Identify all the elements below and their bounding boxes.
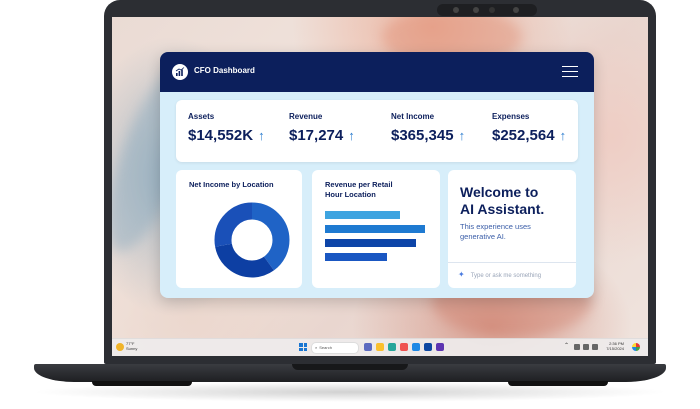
bar-chart — [325, 211, 425, 267]
weather-widget[interactable]: 77°F Sunny — [126, 341, 137, 351]
copilot-icon[interactable] — [632, 343, 640, 351]
camera-bar — [437, 4, 537, 16]
app-header: CFO Dashboard — [160, 52, 594, 92]
clock[interactable]: 2:36 PM 7/15/2024 — [606, 341, 624, 351]
webcam-icon — [473, 7, 479, 13]
kpi-label: Assets — [188, 112, 215, 121]
volume-icon[interactable] — [583, 344, 589, 350]
revenue-retail-panel[interactable]: Revenue per Retail Hour Location — [312, 170, 440, 288]
app-title: CFO Dashboard — [194, 66, 255, 75]
cfo-dashboard-window: CFO Dashboard Assets $14,552K ↑ Revenue $… — [160, 52, 594, 298]
ai-title: Welcome to AI Assistant. — [460, 184, 544, 218]
bar-2 — [325, 239, 416, 247]
taskbar-search[interactable]: ⌕ Search — [311, 342, 359, 354]
kpi-label: Net Income — [391, 112, 435, 121]
ai-subtitle: This experience uses generative AI. — [460, 222, 570, 241]
arrow-up-icon: ↑ — [458, 128, 466, 143]
ai-input-placeholder: Type or ask me something — [470, 273, 542, 279]
donut-chart — [212, 200, 292, 280]
wifi-icon[interactable] — [574, 344, 580, 350]
task-view-icon[interactable] — [364, 343, 372, 351]
kpi-label: Revenue — [289, 112, 323, 121]
divider — [448, 262, 576, 263]
hamburger-menu-icon[interactable] — [562, 66, 578, 78]
laptop-foot — [92, 381, 192, 386]
ai-prompt-input[interactable]: ✦ Type or ask me something — [458, 269, 566, 281]
ai-assistant-panel: Welcome to AI Assistant. This experience… — [448, 170, 576, 288]
sparkle-icon: ✦ — [458, 270, 465, 279]
kpi-value: $17,274 — [289, 127, 344, 144]
ai-title-line: Welcome to — [460, 184, 539, 200]
search-icon: ⌕ — [315, 345, 318, 350]
kpi-value: $365,345 — [391, 127, 454, 144]
kpi-value: $14,552K — [188, 127, 254, 144]
outlook-icon[interactable] — [424, 343, 432, 351]
ai-subtitle-line: This experience uses — [460, 222, 531, 231]
weather-icon[interactable] — [116, 343, 124, 351]
battery-icon[interactable] — [592, 344, 598, 350]
kpi-assets[interactable]: Assets $14,552K ↑ — [188, 112, 265, 144]
net-income-panel[interactable]: Net Income by Location — [176, 170, 302, 288]
chevron-up-icon[interactable]: ⌃ — [564, 342, 569, 351]
kpi-label: Expenses — [492, 112, 530, 121]
laptop-foot — [508, 381, 608, 386]
taskbar: 77°F Sunny ⌕ Search ⌃ 2:36 PM 7/15/2024 — [112, 338, 648, 356]
mail-icon[interactable] — [412, 343, 420, 351]
arrow-up-icon: ↑ — [348, 128, 355, 143]
kpi-expenses[interactable]: Expenses $252,564 ↑ — [492, 112, 566, 144]
clock-date: 7/15/2024 — [606, 346, 624, 351]
weather-desc: Sunny — [126, 346, 138, 351]
windows-start-icon[interactable] — [299, 343, 307, 351]
arrow-up-icon: ↑ — [559, 128, 567, 143]
panel-title: Net Income by Location — [189, 180, 274, 189]
file-explorer-icon[interactable] — [376, 343, 384, 351]
kpi-net-income[interactable]: Net Income $365,345 ↑ — [391, 112, 465, 144]
store-icon[interactable] — [400, 343, 408, 351]
teams-icon[interactable] — [436, 343, 444, 351]
panel-title-line: Hour Location — [325, 190, 376, 199]
dashboard-logo-icon — [172, 64, 188, 80]
bar-0 — [325, 211, 400, 219]
arrow-up-icon: ↑ — [258, 128, 265, 143]
panel-title-line: Revenue per Retail — [325, 180, 393, 189]
webcam-lens-icon — [489, 7, 495, 13]
bar-1 — [325, 225, 425, 233]
edge-icon[interactable] — [388, 343, 396, 351]
kpi-value: $252,564 — [492, 127, 555, 144]
sensor-icon — [513, 7, 519, 13]
panel-title: Revenue per Retail Hour Location — [325, 180, 393, 200]
ai-subtitle-line: generative AI. — [460, 231, 506, 241]
laptop-notch — [292, 364, 408, 370]
kpi-card: Assets $14,552K ↑ Revenue $17,274 ↑ Net In… — [176, 100, 578, 162]
ai-title-line: AI Assistant. — [460, 201, 545, 217]
kpi-revenue[interactable]: Revenue $17,274 ↑ — [289, 112, 355, 144]
sensor-icon — [453, 7, 459, 13]
search-placeholder: Search — [319, 345, 332, 350]
bar-3 — [325, 253, 387, 261]
